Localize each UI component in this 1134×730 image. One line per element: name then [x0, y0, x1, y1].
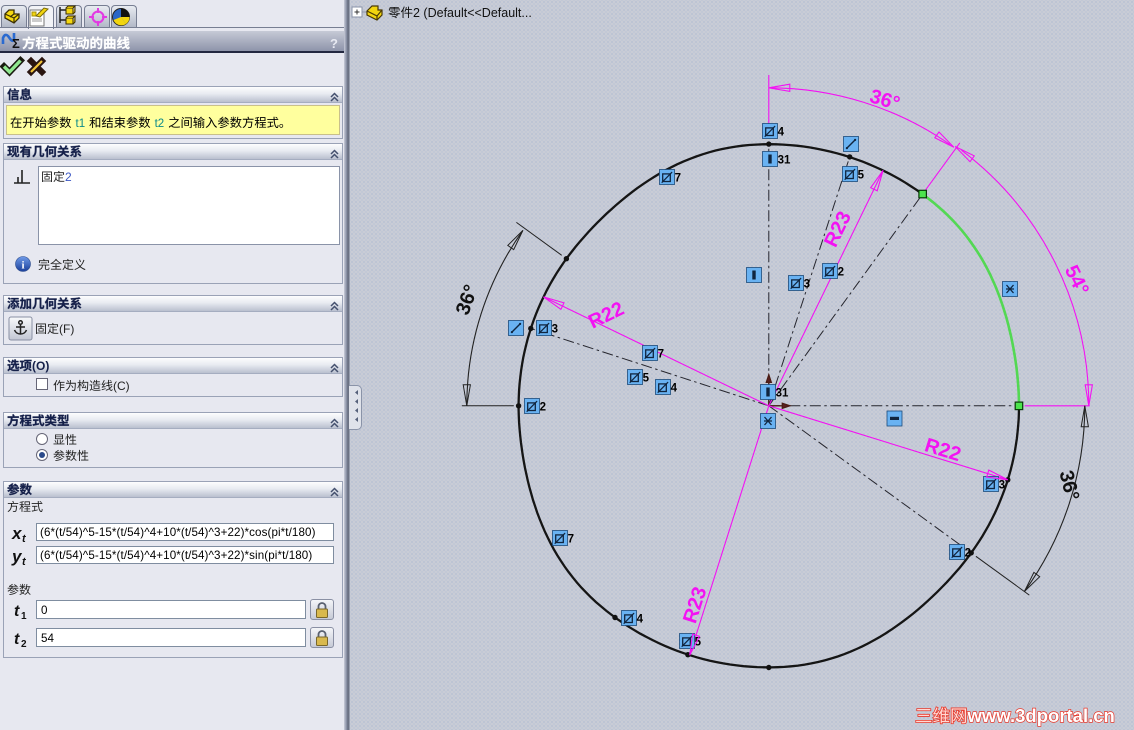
svg-text:3: 3 [999, 480, 1005, 492]
svg-text:R23: R23 [820, 208, 856, 251]
svg-text:36°: 36° [452, 282, 483, 318]
svg-text:36°: 36° [867, 85, 902, 115]
svg-text:R22: R22 [585, 298, 628, 334]
svg-text:(F): (F) [59, 322, 74, 336]
svg-text:2 (Default<<Default...: 2 (Default<<Default... [413, 6, 532, 20]
svg-text:(O): (O) [32, 359, 49, 373]
svg-text:t2: t2 [155, 118, 165, 130]
svg-text:t: t [14, 631, 20, 648]
svg-text:54°: 54° [1060, 262, 1093, 299]
svg-text:www.3dportal.cn: www.3dportal.cn [967, 705, 1115, 726]
svg-text:t1: t1 [76, 118, 86, 130]
svg-text:2: 2 [65, 170, 72, 184]
svg-text:2: 2 [965, 548, 971, 560]
svg-text:t: t [22, 556, 27, 568]
svg-text:R22: R22 [922, 434, 964, 466]
svg-text:31: 31 [778, 155, 791, 167]
svg-text:?: ? [330, 36, 338, 51]
svg-text:t: t [14, 603, 20, 620]
svg-text:7: 7 [675, 173, 681, 185]
svg-text:i: i [21, 260, 24, 272]
svg-text:4: 4 [778, 127, 785, 139]
svg-text:5: 5 [858, 170, 865, 182]
svg-text:7: 7 [568, 534, 574, 546]
svg-text:3: 3 [552, 324, 558, 336]
svg-text:t: t [22, 533, 27, 545]
svg-text:36°: 36° [1054, 468, 1083, 503]
svg-text:7: 7 [658, 349, 664, 361]
svg-text:2: 2 [21, 639, 27, 650]
svg-text:31: 31 [776, 388, 789, 400]
svg-text:2: 2 [838, 267, 844, 279]
svg-text:4: 4 [671, 383, 678, 395]
svg-text:4: 4 [637, 614, 644, 626]
svg-text:5: 5 [643, 373, 650, 385]
svg-text:(C): (C) [113, 379, 130, 393]
svg-text:Σ: Σ [12, 36, 20, 51]
svg-text:1: 1 [21, 611, 27, 622]
svg-text:2: 2 [540, 402, 546, 414]
svg-text:3: 3 [804, 279, 810, 291]
svg-text:R23: R23 [679, 584, 711, 626]
